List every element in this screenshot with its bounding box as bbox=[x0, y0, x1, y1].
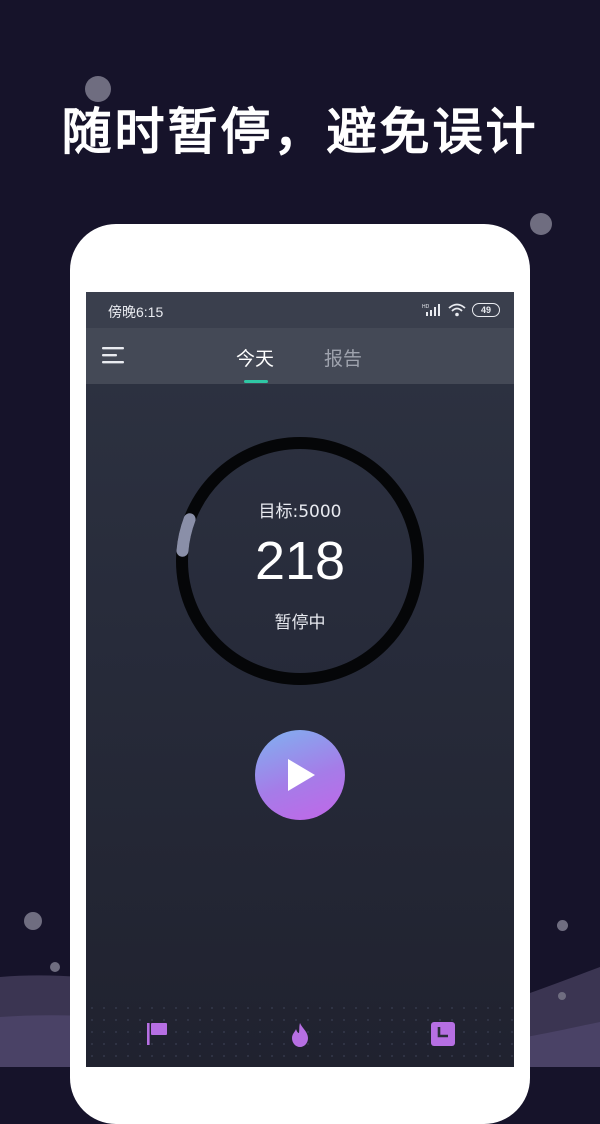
status-icons: HD 49 bbox=[422, 301, 500, 319]
play-icon bbox=[288, 759, 315, 791]
decor-dot bbox=[558, 992, 566, 1000]
tab-today[interactable]: 今天 bbox=[236, 344, 274, 371]
signal-icon: HD bbox=[422, 304, 440, 316]
decor-dot bbox=[24, 912, 42, 930]
tab-report[interactable]: 报告 bbox=[324, 344, 362, 371]
menu-icon[interactable] bbox=[100, 344, 126, 366]
play-button[interactable] bbox=[255, 730, 345, 820]
clock-icon[interactable] bbox=[430, 1021, 456, 1047]
promo-headline: 随时暂停，避免误计 bbox=[61, 103, 539, 161]
step-count: 218 bbox=[254, 531, 346, 591]
flame-icon[interactable] bbox=[288, 1022, 312, 1048]
wifi-icon bbox=[448, 303, 466, 317]
decor-dot bbox=[557, 920, 568, 931]
status-time: 傍晚6:15 bbox=[108, 304, 164, 320]
network-label: HD bbox=[422, 304, 430, 310]
tab-indicator bbox=[244, 380, 268, 383]
flag-icon[interactable] bbox=[144, 1021, 170, 1047]
pause-status: 暂停中 bbox=[274, 613, 326, 633]
status-bar: 傍晚6:15 HD 49 bbox=[86, 292, 514, 328]
battery-icon: 49 bbox=[472, 303, 500, 317]
app-bar: 今天 报告 bbox=[86, 328, 514, 384]
app-screen: 傍晚6:15 HD 49 今天 报告 目标:5000 218 暂停中 bbox=[86, 292, 514, 1067]
decor-dot bbox=[530, 213, 552, 235]
decor-dot bbox=[50, 962, 60, 972]
goal-label: 目标:5000 bbox=[258, 502, 342, 522]
